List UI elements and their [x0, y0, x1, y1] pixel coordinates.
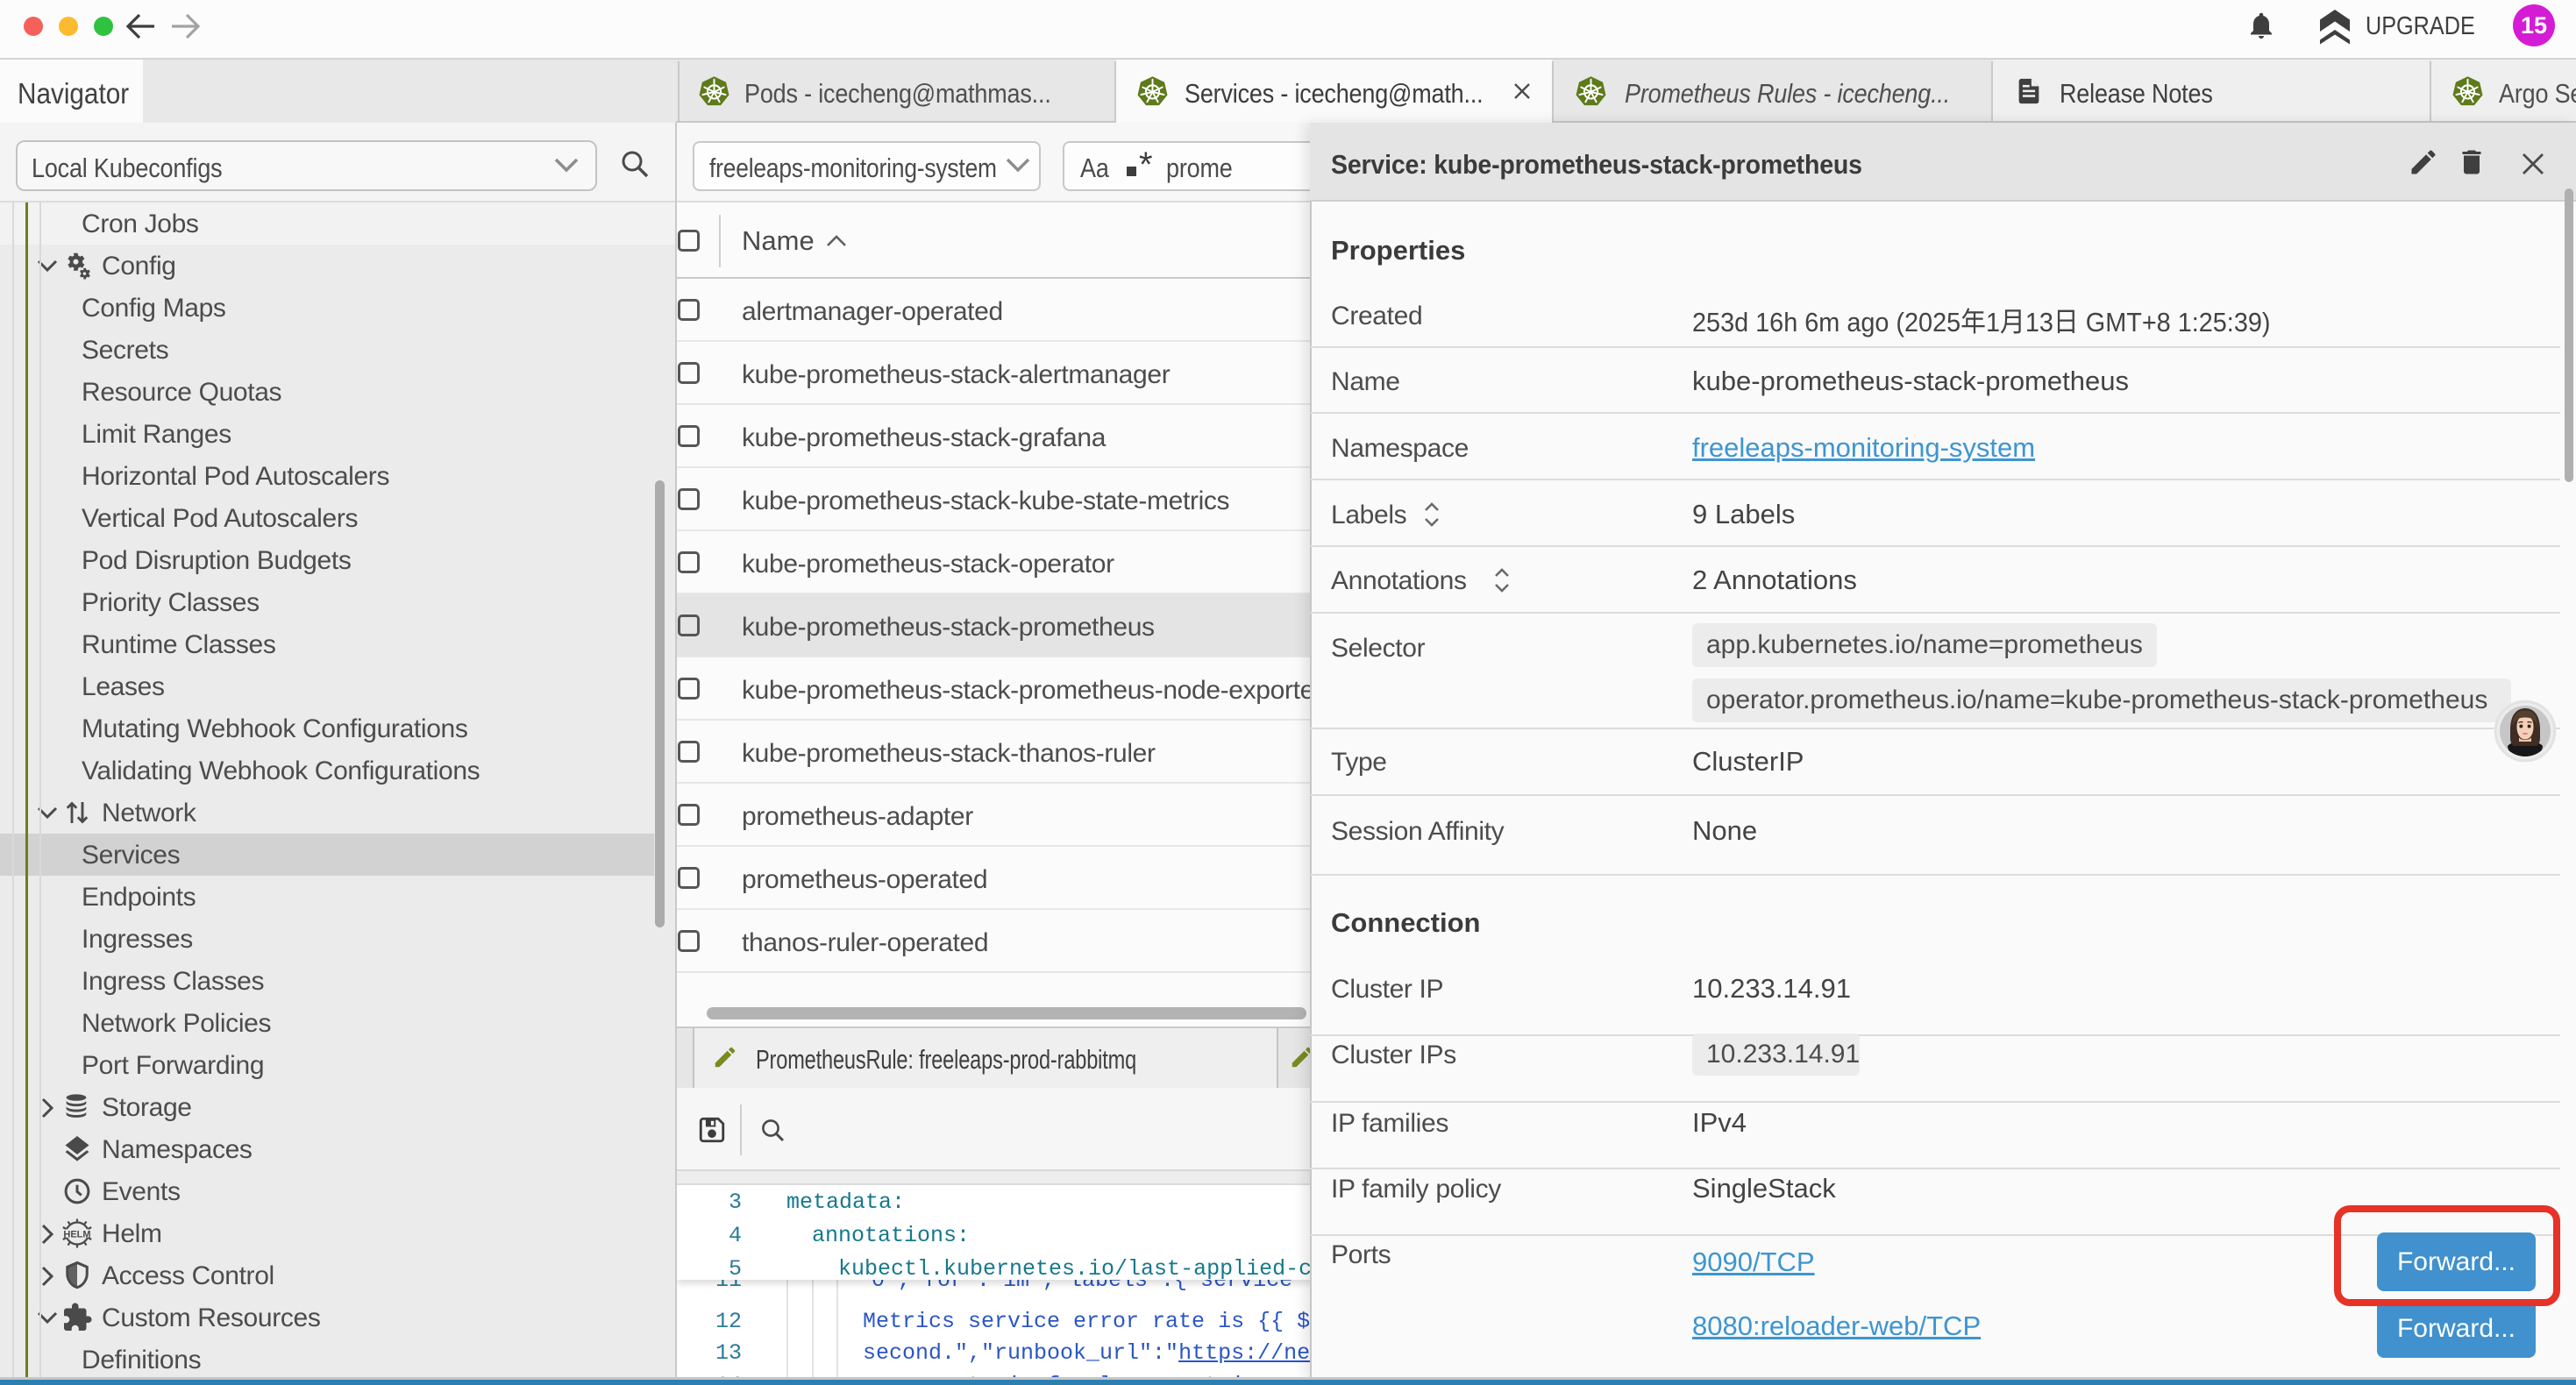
- svg-text:HELM: HELM: [63, 1230, 90, 1240]
